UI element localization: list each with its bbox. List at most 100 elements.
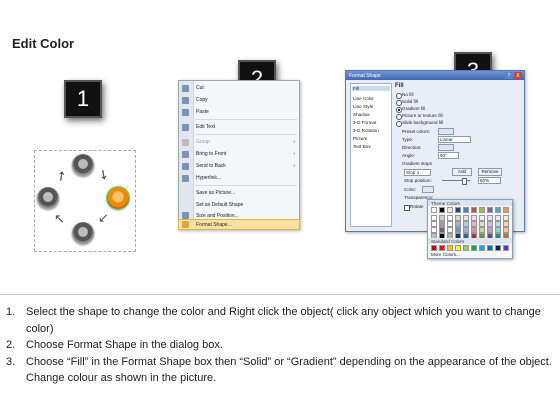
menu-item-label: Hyperlink... bbox=[196, 175, 222, 181]
menu-item-label: Group bbox=[196, 139, 210, 145]
color-swatch[interactable] bbox=[495, 207, 501, 213]
menu-item-label: Send to Back bbox=[196, 163, 226, 169]
menu-item-cut[interactable]: Cut bbox=[179, 82, 299, 94]
submenu-arrow-icon: › bbox=[293, 139, 295, 145]
instruction-text: Select the shape to change the color and… bbox=[26, 306, 541, 335]
angle-label: Angle: bbox=[402, 153, 416, 158]
standard-color-swatch[interactable] bbox=[447, 245, 453, 251]
standard-color-swatch[interactable] bbox=[455, 245, 461, 251]
instructions: 1. Select the shape to change the color … bbox=[6, 304, 554, 387]
standard-color-swatch[interactable] bbox=[431, 245, 437, 251]
menu-separator bbox=[195, 119, 297, 120]
knob-left-icon[interactable] bbox=[37, 187, 59, 209]
nav-item-line-color[interactable]: Line Color bbox=[353, 96, 374, 101]
radio-label: Gradient fill bbox=[402, 106, 426, 111]
menu-item-label: Save as Picture... bbox=[196, 190, 236, 196]
nav-item-fill[interactable]: Fill bbox=[352, 86, 390, 91]
menu-item-label: Cut bbox=[196, 85, 204, 91]
remove-button[interactable]: Remove bbox=[478, 168, 502, 176]
color-swatch[interactable] bbox=[503, 207, 509, 213]
instruction-item: 1. Select the shape to change the color … bbox=[6, 304, 554, 337]
nav-item-line-style[interactable]: Line Style bbox=[353, 104, 373, 109]
radio-label: Slide background fill bbox=[402, 120, 444, 125]
dialog-titlebar: Format Shape bbox=[346, 71, 524, 80]
instruction-number: 2. bbox=[6, 339, 16, 351]
standard-color-swatch[interactable] bbox=[479, 245, 485, 251]
more-colors-link[interactable]: More Colors... bbox=[431, 252, 460, 257]
menu-item-label: Format Shape... bbox=[196, 221, 232, 228]
menu-item-hyperlink[interactable]: Hyperlink... bbox=[179, 172, 299, 184]
submenu-arrow-icon: › bbox=[293, 151, 295, 157]
standard-color-swatch[interactable] bbox=[463, 245, 469, 251]
standard-color-swatch[interactable] bbox=[487, 245, 493, 251]
color-swatch[interactable] bbox=[463, 207, 469, 213]
menu-item-set-default-shape[interactable]: Set as Default Shape bbox=[179, 199, 299, 211]
standard-color-swatch[interactable] bbox=[503, 245, 509, 251]
menu-item-format-shape[interactable]: Format Shape... bbox=[178, 219, 300, 230]
nav-item-3d-rotation[interactable]: 3-D Rotation bbox=[353, 128, 379, 133]
knob-bottom-icon[interactable] bbox=[72, 222, 94, 244]
menu-item-copy[interactable]: Copy bbox=[179, 94, 299, 106]
stop-position-label: Stop position: bbox=[404, 178, 432, 183]
menu-item-label: Edit Text bbox=[196, 124, 216, 130]
standard-color-swatch[interactable] bbox=[439, 245, 445, 251]
menu-item-group[interactable]: Group › bbox=[179, 136, 299, 148]
blank-icon bbox=[182, 202, 189, 209]
menu-item-label: Paste bbox=[196, 109, 209, 115]
instruction-text: Choose “Fill” in the Format Shape box th… bbox=[26, 355, 552, 385]
color-swatch[interactable] bbox=[471, 207, 477, 213]
menu-item-label: Copy bbox=[196, 97, 208, 103]
nav-item-text-box[interactable]: Text Box bbox=[353, 144, 371, 149]
color-swatch[interactable] bbox=[447, 207, 453, 213]
stop-position-slider-handle[interactable] bbox=[462, 178, 467, 185]
angle-input[interactable]: 90° bbox=[438, 152, 459, 159]
knob-top-icon[interactable] bbox=[72, 154, 94, 176]
menu-item-save-as-picture[interactable]: Save as Picture... bbox=[179, 187, 299, 199]
close-button[interactable]: X bbox=[514, 72, 522, 79]
menu-item-label: Bring to Front bbox=[196, 151, 227, 157]
menu-item-size-and-position[interactable]: Size and Position... bbox=[179, 211, 299, 220]
standard-color-swatch[interactable] bbox=[495, 245, 501, 251]
type-label: Type: bbox=[402, 137, 414, 142]
hyperlink-icon bbox=[182, 174, 189, 182]
menu-item-send-to-back[interactable]: Send to Back › bbox=[179, 160, 299, 172]
color-swatch[interactable] bbox=[479, 207, 485, 213]
standard-color-swatch[interactable] bbox=[471, 245, 477, 251]
instruction-number: 3. bbox=[6, 355, 16, 368]
stop-position-input[interactable]: 80% bbox=[478, 177, 501, 184]
nav-item-3d-format[interactable]: 3-D Format bbox=[353, 120, 376, 125]
direction-dropdown[interactable] bbox=[438, 144, 454, 151]
menu-separator bbox=[195, 185, 297, 186]
knob-selected-orange-icon[interactable] bbox=[106, 186, 130, 210]
copy-icon bbox=[182, 96, 189, 104]
preset-colors-dropdown[interactable] bbox=[438, 128, 454, 135]
menu-item-label: Size and Position... bbox=[196, 212, 239, 219]
context-menu: Cut Copy Paste Edit Text Group › Bring to… bbox=[178, 80, 300, 230]
theme-colors-header: Theme Colors bbox=[428, 200, 512, 206]
nav-item-picture[interactable]: Picture bbox=[353, 136, 367, 141]
color-dropdown-button[interactable] bbox=[422, 186, 434, 193]
menu-separator bbox=[195, 134, 297, 135]
page-title: Edit Color bbox=[12, 36, 75, 51]
radio-label: No fill bbox=[402, 92, 414, 97]
edit-text-icon bbox=[182, 123, 189, 131]
scissors-icon bbox=[182, 84, 189, 92]
nav-item-shadow[interactable]: Shadow bbox=[353, 112, 370, 117]
menu-item-edit-text[interactable]: Edit Text bbox=[179, 121, 299, 133]
instruction-number: 1. bbox=[6, 306, 16, 318]
menu-item-bring-to-front[interactable]: Bring to Front › bbox=[179, 148, 299, 160]
menu-item-paste[interactable]: Paste bbox=[179, 106, 299, 118]
color-swatch[interactable] bbox=[439, 207, 445, 213]
dialog-nav: Fill Line Color Line Style Shadow 3-D Fo… bbox=[350, 83, 392, 227]
help-button[interactable]: ? bbox=[505, 72, 513, 79]
rotate-label: Rotate bbox=[410, 204, 424, 209]
color-label: Color: bbox=[404, 187, 417, 192]
color-swatch[interactable] bbox=[455, 207, 461, 213]
dialog-title: Format Shape bbox=[349, 72, 381, 79]
type-dropdown[interactable]: Linear bbox=[438, 136, 471, 143]
color-swatch[interactable] bbox=[431, 207, 437, 213]
add-button[interactable]: Add bbox=[452, 168, 472, 176]
stop-dropdown[interactable]: Stop 1 bbox=[404, 169, 431, 176]
instruction-item: 3. Choose “Fill” in the Format Shape box… bbox=[6, 354, 554, 387]
color-swatch[interactable] bbox=[487, 207, 493, 213]
